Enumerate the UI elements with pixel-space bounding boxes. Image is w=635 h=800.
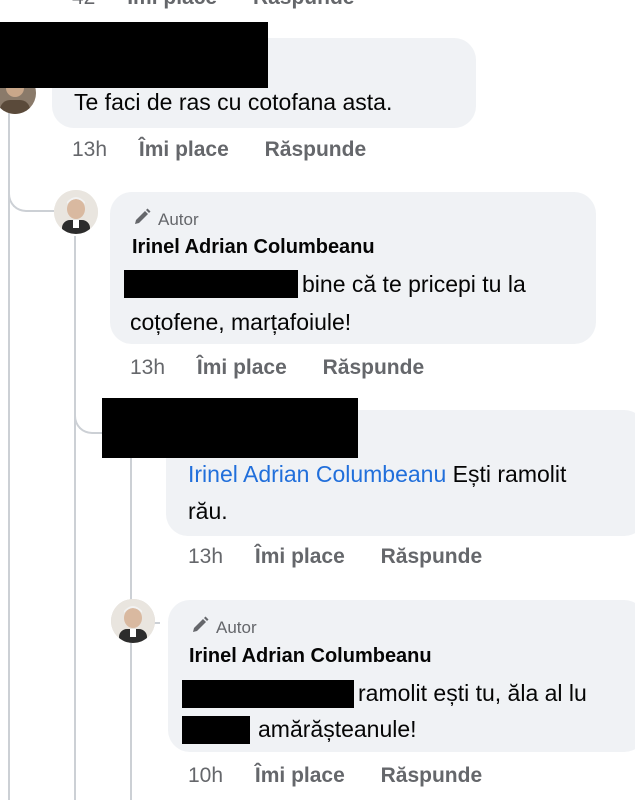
like-button[interactable]: Îmi place [255,764,345,788]
reply-actions: 13h Îmi place Răspunde [130,356,454,380]
reply-time[interactable]: 13h [188,545,223,569]
reply-time[interactable]: 13h [130,356,165,380]
author-badge-label: Autor [216,617,257,637]
thread-elbow [74,380,104,434]
pencil-icon [190,615,210,640]
author-badge: Autor [132,207,199,232]
reply-button[interactable]: Răspunde [323,356,425,380]
reply-text-line1: bine că te pricepi tu la [302,271,526,297]
author-badge-label: Autor [158,209,199,229]
top-partial-count: 42 [72,0,95,10]
reply-actions: 13h Îmi place Răspunde [188,545,512,569]
reply-button[interactable]: Răspunde [253,0,355,10]
redacted-mention [124,270,298,298]
redacted-mention [182,680,354,708]
redacted-mention [182,716,250,744]
like-button[interactable]: Îmi place [139,138,229,162]
thread-line [8,110,10,800]
reply-button[interactable]: Răspunde [381,545,483,569]
comment-actions: 13h Îmi place Răspunde [72,138,396,162]
like-button[interactable]: Îmi place [127,0,217,10]
redacted-author [0,22,268,88]
reply-button[interactable]: Răspunde [381,764,483,788]
reply-button[interactable]: Răspunde [265,138,367,162]
pencil-icon [132,207,152,232]
author-mention-link[interactable]: Irinel Adrian Columbeanu [188,461,446,487]
author-name[interactable]: Irinel Adrian Columbeanu [132,236,375,259]
reply-time[interactable]: 10h [188,764,223,788]
like-button[interactable]: Îmi place [197,356,287,380]
reply-text-line2: amărășteanule! [258,716,417,742]
author-name[interactable]: Irinel Adrian Columbeanu [189,645,432,668]
author-badge: Autor [190,615,257,640]
comment-time[interactable]: 13h [72,138,107,162]
reply-text-line2: coțofene, marțafoiule! [130,309,352,335]
top-partial-actions: 42 Îmi place Răspunde [72,0,384,10]
redacted-author [102,398,358,458]
author-avatar[interactable] [111,599,155,643]
reply-text-tail: Ești ramolit [446,461,567,487]
thread-line [74,236,76,800]
author-avatar[interactable] [54,190,98,234]
reply-text-line1: Irinel Adrian Columbeanu Ești ramolit [188,457,566,491]
comment-text: Te faci de ras cu cotofana asta. [74,89,393,115]
reply-text-line1: ramolit ești tu, ăla al lu [358,680,587,706]
reply-text-line2: rău. [188,498,228,524]
reply-actions: 10h Îmi place Răspunde [188,764,512,788]
thread-elbow [8,150,54,212]
like-button[interactable]: Îmi place [255,545,345,569]
